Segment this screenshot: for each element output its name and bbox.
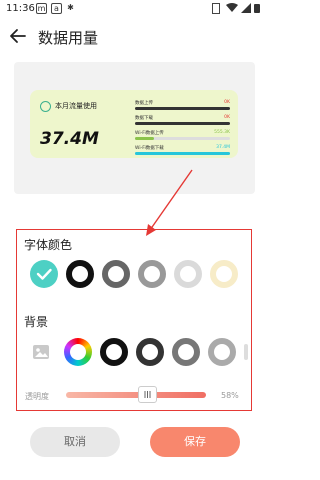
- bar-track: [135, 122, 230, 125]
- image-icon[interactable]: [32, 343, 50, 361]
- bar-value: 37.4M: [216, 145, 230, 150]
- font-color-swatch-light-gray[interactable]: [174, 260, 202, 288]
- a-icon: a: [51, 3, 62, 14]
- opacity-label: 透明度: [25, 392, 49, 401]
- font-color-swatch-selected[interactable]: [30, 260, 58, 288]
- annotation-arrow: [146, 169, 193, 236]
- widget-title: 本月流量使用: [55, 102, 97, 110]
- opacity-slider-thumb[interactable]: [138, 386, 157, 403]
- wifi-icon: [226, 3, 238, 12]
- m-icon: m: [36, 3, 47, 14]
- bg-swatch-partial[interactable]: [244, 344, 248, 360]
- vibrate-icon: [212, 3, 220, 14]
- grip-icon: [144, 391, 151, 398]
- check-icon: [36, 268, 52, 280]
- bar-value: 0K: [224, 100, 230, 105]
- font-color-label: 字体颜色: [24, 238, 73, 252]
- status-time: 11:36: [6, 3, 35, 14]
- bg-swatch-light-gray[interactable]: [208, 338, 236, 366]
- bar-label: 数据下载: [135, 116, 153, 121]
- signal-icon: [241, 3, 251, 13]
- save-button[interactable]: 保存: [150, 427, 240, 457]
- bar-label: 数据上传: [135, 101, 153, 106]
- widget-value: 37.4M: [40, 129, 99, 149]
- bg-swatch-dark-gray[interactable]: [136, 338, 164, 366]
- bar-fill: [135, 137, 154, 140]
- font-color-swatch-dark-gray[interactable]: [102, 260, 130, 288]
- page-title: 数据用量: [38, 29, 99, 47]
- bg-swatch-gray[interactable]: [172, 338, 200, 366]
- font-color-swatch-black[interactable]: [66, 260, 94, 288]
- opacity-slider-track[interactable]: [66, 392, 206, 398]
- bar-value: 0K: [224, 115, 230, 120]
- widget-circle-icon: [40, 101, 51, 112]
- cancel-button[interactable]: 取消: [30, 427, 120, 457]
- back-arrow-icon[interactable]: [8, 26, 28, 46]
- bug-icon: ✱: [67, 3, 74, 12]
- font-color-swatch-gray[interactable]: [138, 260, 166, 288]
- bg-swatch-black[interactable]: [100, 338, 128, 366]
- battery-icon: [254, 4, 260, 13]
- font-color-swatch-cream[interactable]: [210, 260, 238, 288]
- bar-track: [135, 107, 230, 110]
- background-label: 背景: [24, 315, 49, 329]
- status-bar: 11:36 m a ✱: [0, 0, 269, 18]
- opacity-value: 58%: [221, 391, 239, 400]
- bar-label: Wi-Fi数据下载: [135, 146, 164, 151]
- bar-value: 555.3K: [214, 130, 230, 135]
- annotation-box: [16, 229, 252, 411]
- bar-label: Wi-Fi数据上传: [135, 131, 164, 136]
- bg-swatch-rainbow[interactable]: [64, 338, 92, 366]
- bar-fill: [135, 152, 230, 155]
- rainbow-inner: [70, 344, 86, 360]
